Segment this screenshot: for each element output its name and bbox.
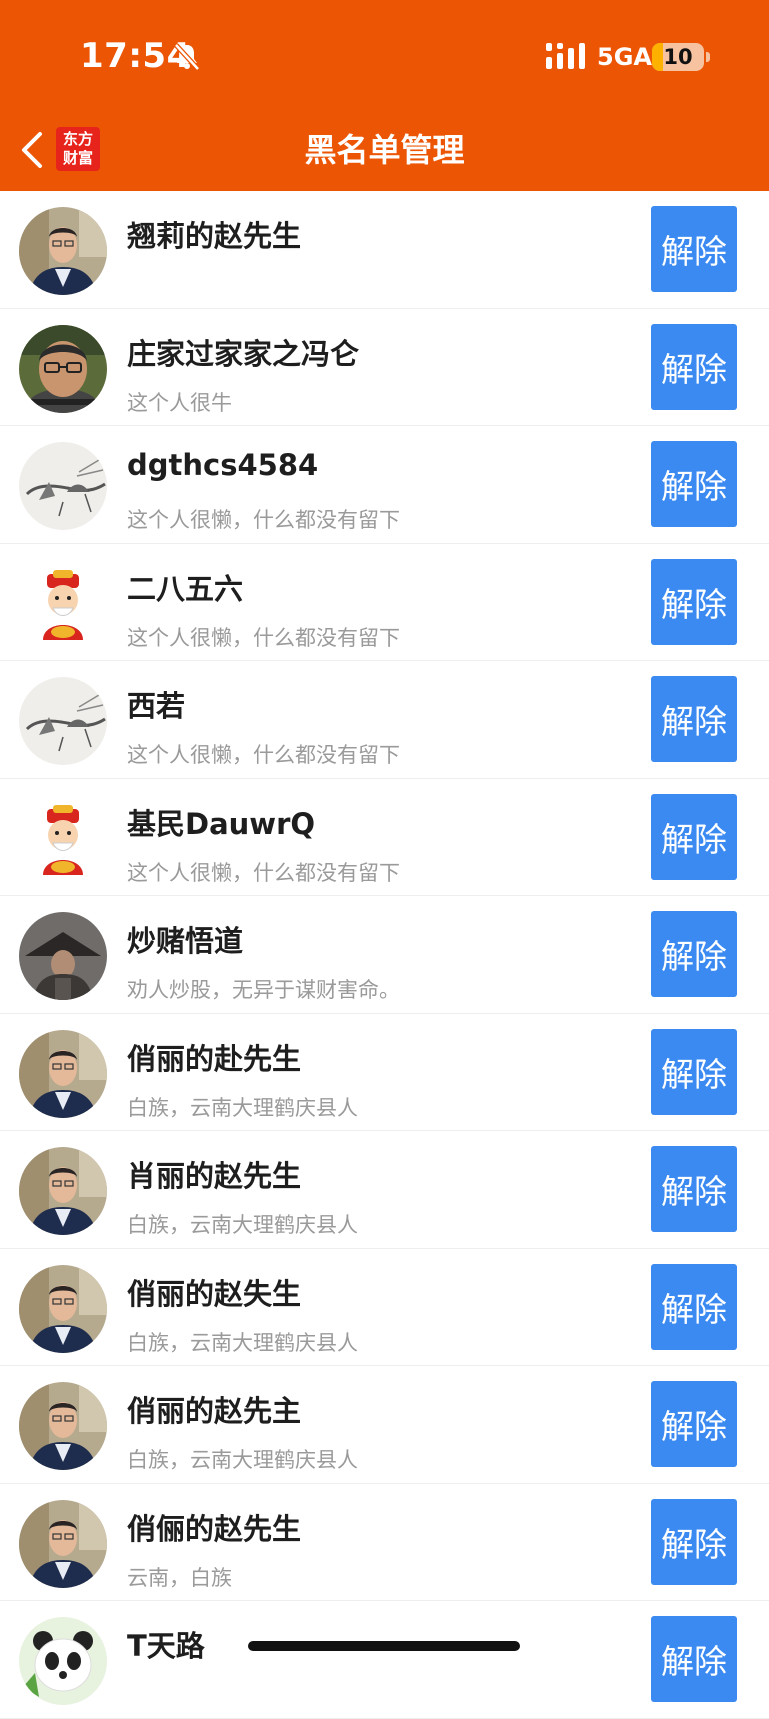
user-name[interactable]: 西若 bbox=[127, 683, 185, 725]
blacklist: 翘莉的赵先生 解除 庄家过家家之冯仑 这个人很牛 解除 dgthcs4584 这个人很懒… bbox=[0, 191, 769, 1719]
unblock-button[interactable]: 解除 bbox=[651, 1381, 737, 1467]
unblock-button[interactable]: 解除 bbox=[651, 206, 737, 292]
unblock-button[interactable]: 解除 bbox=[651, 558, 737, 645]
blacklist-row: 俏丽的赴先生白族，云南大理鹤庆县人 解除 bbox=[0, 1014, 769, 1131]
avatar[interactable] bbox=[19, 1499, 107, 1588]
blacklist-row: 炒赌悟道劝人炒股，无异于谋财害命。 解除 bbox=[0, 896, 769, 1014]
battery-level: 10 bbox=[663, 45, 693, 69]
logo-text-line2: 财富 bbox=[62, 149, 93, 167]
avatar[interactable] bbox=[19, 1029, 107, 1118]
avatar[interactable] bbox=[19, 1617, 107, 1705]
avatar[interactable] bbox=[19, 324, 107, 413]
cellular-signal-icon bbox=[546, 43, 585, 69]
user-name[interactable]: 俏丽的赵失生 bbox=[127, 1271, 301, 1313]
unblock-button[interactable]: 解除 bbox=[651, 676, 737, 762]
battery-icon: 10 bbox=[652, 43, 704, 71]
app-header: 17:54 5GA 10 黑名单管理 东方 财富 bbox=[0, 0, 769, 191]
avatar[interactable] bbox=[19, 1147, 107, 1235]
unblock-button[interactable]: 解除 bbox=[651, 1263, 737, 1350]
unblock-button[interactable]: 解除 bbox=[651, 441, 737, 527]
bell-muted-icon bbox=[174, 43, 200, 71]
user-name[interactable]: 翘莉的赵先生 bbox=[127, 213, 301, 255]
avatar[interactable] bbox=[19, 677, 107, 765]
unblock-button[interactable]: 解除 bbox=[651, 1498, 737, 1585]
user-name[interactable]: 俏俪的赵先生 bbox=[127, 1506, 301, 1548]
blacklist-row: 俏丽的赵先主白族，云南大理鹤庆县人 解除 bbox=[0, 1366, 769, 1484]
blacklist-row: 基民DauwrQ 这个人很懒，什么都没有留下 解除 bbox=[0, 779, 769, 896]
home-indicator[interactable] bbox=[248, 1641, 520, 1651]
unblock-button[interactable]: 解除 bbox=[651, 1146, 737, 1232]
user-name[interactable]: 俏丽的赴先生 bbox=[127, 1036, 301, 1078]
user-name[interactable]: 肖丽的赵先生 bbox=[127, 1153, 301, 1195]
user-name[interactable]: 二八五六 bbox=[127, 566, 243, 608]
user-signature: 白族，云南大理鹤庆县人 bbox=[127, 1213, 358, 1237]
user-name[interactable]: T天路 bbox=[127, 1623, 205, 1665]
app-logo[interactable]: 东方 财富 bbox=[56, 127, 100, 171]
user-signature: 劝人炒股，无异于谋财害命。 bbox=[127, 978, 400, 1002]
back-arrow-icon[interactable] bbox=[14, 128, 50, 172]
user-signature: 白族，云南大理鹤庆县人 bbox=[127, 1095, 358, 1120]
user-name[interactable]: 炒赌悟道 bbox=[127, 918, 243, 960]
user-name[interactable]: dgthcs4584 bbox=[127, 448, 318, 482]
avatar[interactable] bbox=[19, 207, 107, 295]
network-type: 5GA bbox=[597, 43, 652, 71]
user-signature: 这个人很懒，什么都没有留下 bbox=[127, 625, 400, 650]
avatar[interactable] bbox=[19, 912, 107, 1000]
user-signature: 这个人很懒，什么都没有留下 bbox=[127, 743, 400, 767]
unblock-button[interactable]: 解除 bbox=[651, 911, 737, 997]
blacklist-row: 庄家过家家之冯仑这个人很牛 解除 bbox=[0, 309, 769, 426]
blacklist-row: 二八五六这个人很懒，什么都没有留下 解除 bbox=[0, 544, 769, 661]
user-name[interactable]: 俏丽的赵先主 bbox=[127, 1388, 301, 1430]
blacklist-row: T天路 解除 bbox=[0, 1601, 769, 1719]
avatar[interactable] bbox=[19, 442, 107, 530]
unblock-button[interactable]: 解除 bbox=[651, 1028, 737, 1115]
user-signature: 这个人很懒，什么都没有留下 bbox=[127, 508, 400, 532]
battery-tip bbox=[706, 52, 710, 62]
user-signature: 这个人很牛 bbox=[127, 390, 232, 415]
unblock-button[interactable]: 解除 bbox=[651, 793, 737, 880]
avatar[interactable] bbox=[19, 794, 107, 883]
blacklist-row: 俏俪的赵先生云南，白族 解除 bbox=[0, 1484, 769, 1601]
user-signature: 云南，白族 bbox=[127, 1565, 232, 1590]
logo-text-line1: 东方 bbox=[62, 130, 93, 148]
unblock-button[interactable]: 解除 bbox=[651, 323, 737, 410]
user-signature: 这个人很懒，什么都没有留下 bbox=[127, 860, 400, 885]
page-title: 黑名单管理 bbox=[304, 131, 465, 169]
avatar[interactable] bbox=[19, 1264, 107, 1353]
status-bar: 17:54 5GA 10 bbox=[0, 0, 769, 110]
user-name[interactable]: 庄家过家家之冯仑 bbox=[127, 331, 359, 373]
blacklist-row: 西若这个人很懒，什么都没有留下 解除 bbox=[0, 661, 769, 779]
user-signature: 白族，云南大理鹤庆县人 bbox=[127, 1330, 358, 1355]
blacklist-row: dgthcs4584 这个人很懒，什么都没有留下 解除 bbox=[0, 426, 769, 544]
nav-bar: 黑名单管理 东方 财富 bbox=[0, 110, 769, 191]
avatar[interactable] bbox=[19, 1382, 107, 1470]
user-name[interactable]: 基民DauwrQ bbox=[127, 801, 315, 843]
blacklist-row: 肖丽的赵先生白族，云南大理鹤庆县人 解除 bbox=[0, 1131, 769, 1249]
user-signature: 白族，云南大理鹤庆县人 bbox=[127, 1448, 358, 1472]
blacklist-row: 翘莉的赵先生 解除 bbox=[0, 191, 769, 309]
blacklist-row: 俏丽的赵失生白族，云南大理鹤庆县人 解除 bbox=[0, 1249, 769, 1366]
avatar[interactable] bbox=[19, 559, 107, 648]
unblock-button[interactable]: 解除 bbox=[651, 1616, 737, 1702]
